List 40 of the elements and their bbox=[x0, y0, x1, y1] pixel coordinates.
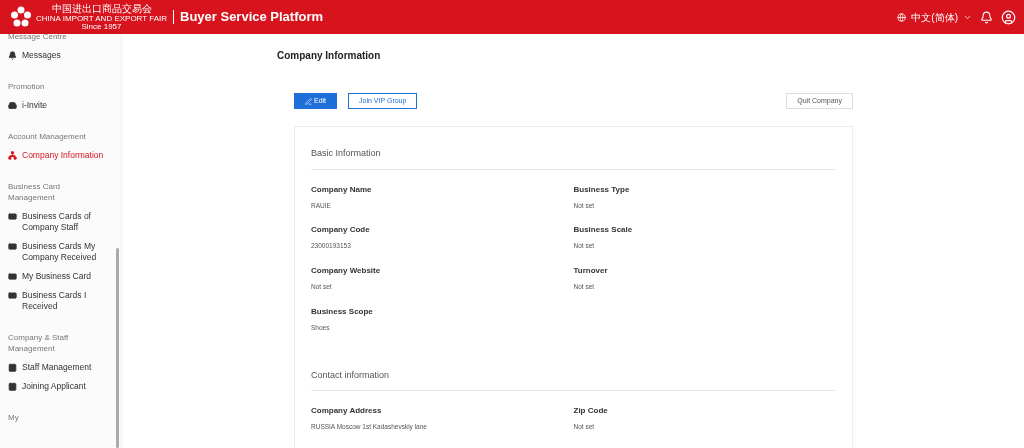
sidebar-item[interactable]: Business Cards of Company Staff bbox=[0, 207, 116, 237]
sidebar-item[interactable]: Business Cards I Received bbox=[0, 286, 116, 316]
field-label: Company Code bbox=[311, 224, 371, 237]
sidebar-section-title: Business Card Management bbox=[7, 181, 62, 204]
sidebar-section-title: Account Management bbox=[7, 131, 87, 143]
sidebar-section-title: My bbox=[7, 412, 20, 424]
sidebar-item[interactable]: Business Cards My Company Received bbox=[0, 237, 116, 267]
sidebar-section-title: Message Centre bbox=[7, 34, 68, 43]
scrollbar-thumb[interactable] bbox=[116, 248, 119, 448]
field-label: Business Scope bbox=[311, 305, 374, 318]
pen-icon bbox=[305, 97, 312, 105]
language-selector[interactable]: 中文(简体) bbox=[911, 9, 958, 25]
page-title: Company Information bbox=[277, 49, 382, 63]
sidebar-section-title: Promotion bbox=[7, 81, 46, 93]
user-icon[interactable] bbox=[1001, 9, 1016, 25]
section-title: Basic Information bbox=[311, 147, 836, 170]
logo-chinese-name: 中国进出口商品交易会 bbox=[51, 3, 152, 14]
sidebar-item[interactable]: i-Invite bbox=[0, 96, 116, 115]
sidebar-item[interactable]: Staff Management bbox=[0, 358, 116, 377]
section-title: Contact information bbox=[311, 368, 836, 391]
platform-title: Buyer Service Platform bbox=[180, 8, 324, 27]
field-label: Company Address bbox=[311, 405, 383, 417]
sidebar-section-title: Company & Staff Management bbox=[7, 332, 70, 355]
sidebar-item[interactable]: Messages bbox=[0, 46, 116, 65]
globe-icon bbox=[897, 12, 907, 22]
field-label: Company Website bbox=[311, 265, 382, 277]
field-label: Company Name bbox=[311, 183, 373, 196]
sidebar-item[interactable]: My Business Card bbox=[0, 267, 116, 286]
field-label: Business Type bbox=[573, 183, 631, 196]
flower-logo-icon bbox=[10, 6, 32, 28]
field-label: Zip Code bbox=[573, 405, 609, 417]
field-label: Turnover bbox=[573, 265, 609, 277]
sidebar-item[interactable]: Joining Applicant bbox=[0, 377, 116, 396]
sidebar-item[interactable]: Company Information bbox=[0, 146, 116, 165]
field-label: Business Scale bbox=[573, 224, 634, 237]
notification-icon[interactable] bbox=[980, 10, 993, 24]
logo-since: Since 1957 bbox=[81, 22, 122, 31]
logo-english-name: CHINA IMPORT AND EXPORT FAIR bbox=[36, 13, 167, 23]
network-icon bbox=[8, 151, 17, 160]
bell-icon bbox=[8, 51, 17, 60]
